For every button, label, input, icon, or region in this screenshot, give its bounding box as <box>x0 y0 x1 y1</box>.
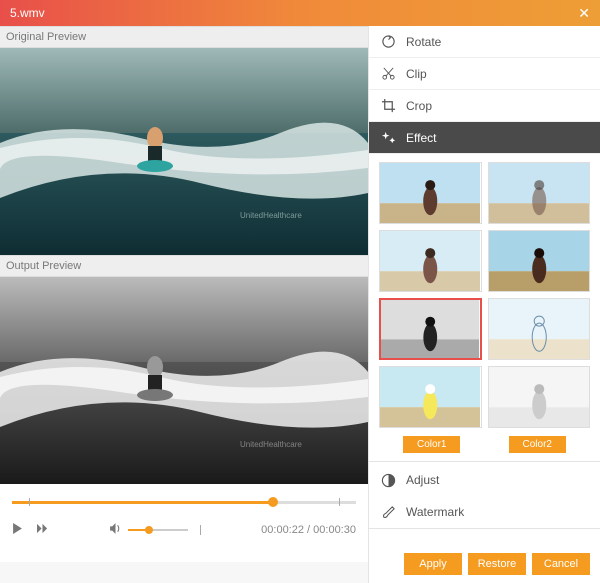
volume-slider[interactable] <box>128 529 188 531</box>
scissors-icon <box>381 66 396 81</box>
scrub-bar[interactable] <box>12 492 356 512</box>
output-preview-label: Output Preview <box>0 255 368 277</box>
tool-adjust[interactable]: Adjust <box>369 464 600 496</box>
restore-button[interactable]: Restore <box>468 553 526 575</box>
effect-thumb[interactable] <box>488 298 591 360</box>
rotate-icon <box>381 34 396 49</box>
tool-watermark[interactable]: Watermark <box>369 496 600 528</box>
crop-icon <box>381 98 396 113</box>
tool-clip[interactable]: Clip <box>369 58 600 90</box>
brush-icon <box>381 505 396 520</box>
adjust-icon <box>381 473 396 488</box>
playback-controls: 00:00:22 / 00:00:30 <box>0 484 368 562</box>
effect-thumb[interactable] <box>488 162 591 224</box>
svg-text:UnitedHealthcare: UnitedHealthcare <box>240 440 302 449</box>
time-display: 00:00:22 / 00:00:30 <box>261 524 356 536</box>
fast-forward-icon[interactable] <box>37 523 48 537</box>
effect-thumb[interactable] <box>488 366 591 428</box>
effect-thumb[interactable] <box>379 230 482 292</box>
window-title: 5.wmv <box>10 6 45 20</box>
play-icon[interactable] <box>12 523 23 537</box>
effect-thumb[interactable] <box>488 230 591 292</box>
effect-thumb[interactable] <box>379 366 482 428</box>
effect-thumb-selected[interactable] <box>379 298 482 360</box>
original-preview: UnitedHealthcare <box>0 48 368 255</box>
apply-button[interactable]: Apply <box>404 553 462 575</box>
color1-button[interactable]: Color1 <box>403 436 460 453</box>
tool-effect[interactable]: Effect <box>369 122 600 154</box>
tool-crop[interactable]: Crop <box>369 90 600 122</box>
effect-thumb[interactable] <box>379 162 482 224</box>
tool-rotate[interactable]: Rotate <box>369 26 600 58</box>
effect-grid <box>369 154 600 432</box>
volume-icon[interactable] <box>109 522 122 538</box>
title-bar: 5.wmv ✕ <box>0 0 600 26</box>
original-preview-label: Original Preview <box>0 26 368 48</box>
sparkle-icon <box>381 130 396 145</box>
output-preview: UnitedHealthcare <box>0 277 368 484</box>
color2-button[interactable]: Color2 <box>509 436 566 453</box>
svg-text:UnitedHealthcare: UnitedHealthcare <box>240 211 302 220</box>
footer-buttons: Apply Restore Cancel <box>369 545 600 583</box>
close-icon[interactable]: ✕ <box>578 5 590 22</box>
cancel-button[interactable]: Cancel <box>532 553 590 575</box>
